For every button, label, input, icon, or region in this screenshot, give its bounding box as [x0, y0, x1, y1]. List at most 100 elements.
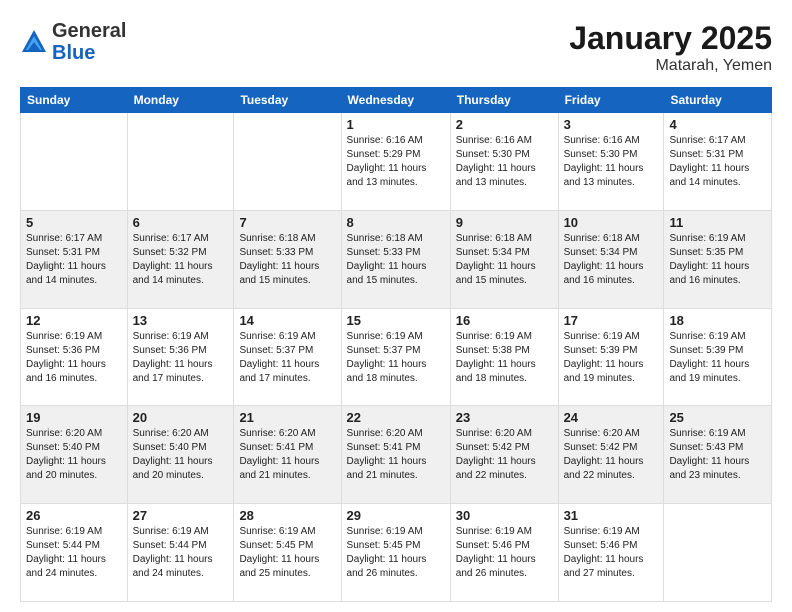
day-info: Sunrise: 6:17 AM Sunset: 5:31 PM Dayligh…: [669, 134, 766, 190]
day-cell: 28 Sunrise: 6:19 AM Sunset: 5:45 PM Dayli…: [234, 504, 341, 602]
day-cell: 11 Sunrise: 6:19 AM Sunset: 5:35 PM Dayli…: [664, 210, 772, 308]
week-row-1: 1Sunrise: 6:16 AM Sunset: 5:29 PM Daylig…: [21, 113, 772, 211]
day-cell: 10Sunrise: 6:18 AM Sunset: 5:34 PM Dayli…: [558, 210, 664, 308]
day-number: 24: [564, 410, 659, 425]
day-cell: 17 Sunrise: 6:19 AM Sunset: 5:39 PM Dayli…: [558, 308, 664, 406]
week-row-3: 12 Sunrise: 6:19 AM Sunset: 5:36 PM Dayli…: [21, 308, 772, 406]
day-info: Sunrise: 6:18 AM Sunset: 5:33 PM Dayligh…: [239, 232, 335, 288]
header: General Blue January 2025 Matarah, Yemen: [20, 20, 772, 75]
day-number: 6: [133, 215, 229, 230]
day-info: Sunrise: 6:20 AM Sunset: 5:42 PM Dayligh…: [564, 427, 659, 483]
day-header-saturday: Saturday: [664, 88, 772, 113]
day-header-sunday: Sunday: [21, 88, 128, 113]
day-number: 14: [239, 313, 335, 328]
logo-general-text: General: [52, 20, 126, 42]
day-cell: 18Sunrise: 6:19 AM Sunset: 5:39 PM Dayli…: [664, 308, 772, 406]
day-number: 22: [347, 410, 445, 425]
day-cell: 30 Sunrise: 6:19 AM Sunset: 5:46 PM Dayli…: [450, 504, 558, 602]
day-cell: [21, 113, 128, 211]
day-cell: 2Sunrise: 6:16 AM Sunset: 5:30 PM Daylig…: [450, 113, 558, 211]
day-cell: 23Sunrise: 6:20 AM Sunset: 5:42 PM Dayli…: [450, 406, 558, 504]
day-number: 31: [564, 508, 659, 523]
day-number: 10: [564, 215, 659, 230]
day-number: 9: [456, 215, 553, 230]
day-number: 1: [347, 117, 445, 132]
month-title: January 2025: [569, 20, 772, 57]
day-cell: 16 Sunrise: 6:19 AM Sunset: 5:38 PM Dayli…: [450, 308, 558, 406]
day-info: Sunrise: 6:20 AM Sunset: 5:40 PM Dayligh…: [26, 427, 122, 483]
title-block: January 2025 Matarah, Yemen: [569, 20, 772, 75]
day-cell: 19 Sunrise: 6:20 AM Sunset: 5:40 PM Dayli…: [21, 406, 128, 504]
day-number: 20: [133, 410, 229, 425]
logo-icon: [20, 28, 48, 56]
day-number: 25: [669, 410, 766, 425]
day-info: Sunrise: 6:18 AM Sunset: 5:33 PM Dayligh…: [347, 232, 445, 288]
header-row: SundayMondayTuesdayWednesdayThursdayFrid…: [21, 88, 772, 113]
day-cell: [664, 504, 772, 602]
day-number: 21: [239, 410, 335, 425]
day-cell: 29 Sunrise: 6:19 AM Sunset: 5:45 PM Dayli…: [341, 504, 450, 602]
day-number: 4: [669, 117, 766, 132]
day-header-friday: Friday: [558, 88, 664, 113]
day-cell: 12 Sunrise: 6:19 AM Sunset: 5:36 PM Dayli…: [21, 308, 128, 406]
day-header-thursday: Thursday: [450, 88, 558, 113]
day-info: Sunrise: 6:19 AM Sunset: 5:46 PM Dayligh…: [456, 525, 553, 581]
calendar-table: SundayMondayTuesdayWednesdayThursdayFrid…: [20, 87, 772, 602]
day-number: 16: [456, 313, 553, 328]
day-number: 5: [26, 215, 122, 230]
day-number: 8: [347, 215, 445, 230]
day-info: Sunrise: 6:19 AM Sunset: 5:39 PM Dayligh…: [564, 330, 659, 386]
day-cell: 21 Sunrise: 6:20 AM Sunset: 5:41 PM Dayli…: [234, 406, 341, 504]
day-info: Sunrise: 6:19 AM Sunset: 5:35 PM Dayligh…: [669, 232, 766, 288]
day-cell: 27 Sunrise: 6:19 AM Sunset: 5:44 PM Dayli…: [127, 504, 234, 602]
day-info: Sunrise: 6:20 AM Sunset: 5:42 PM Dayligh…: [456, 427, 553, 483]
day-number: 28: [239, 508, 335, 523]
day-info: Sunrise: 6:19 AM Sunset: 5:36 PM Dayligh…: [133, 330, 229, 386]
day-number: 17: [564, 313, 659, 328]
day-number: 18: [669, 313, 766, 328]
day-number: 30: [456, 508, 553, 523]
day-info: Sunrise: 6:19 AM Sunset: 5:36 PM Dayligh…: [26, 330, 122, 386]
day-cell: 31Sunrise: 6:19 AM Sunset: 5:46 PM Dayli…: [558, 504, 664, 602]
day-info: Sunrise: 6:19 AM Sunset: 5:43 PM Dayligh…: [669, 427, 766, 483]
day-header-tuesday: Tuesday: [234, 88, 341, 113]
logo-text: General Blue: [52, 20, 126, 64]
day-info: Sunrise: 6:19 AM Sunset: 5:44 PM Dayligh…: [26, 525, 122, 581]
day-number: 7: [239, 215, 335, 230]
week-row-5: 26Sunrise: 6:19 AM Sunset: 5:44 PM Dayli…: [21, 504, 772, 602]
day-cell: [127, 113, 234, 211]
day-cell: 15Sunrise: 6:19 AM Sunset: 5:37 PM Dayli…: [341, 308, 450, 406]
day-cell: [234, 113, 341, 211]
day-info: Sunrise: 6:16 AM Sunset: 5:30 PM Dayligh…: [564, 134, 659, 190]
day-header-monday: Monday: [127, 88, 234, 113]
day-cell: 26Sunrise: 6:19 AM Sunset: 5:44 PM Dayli…: [21, 504, 128, 602]
day-cell: 24 Sunrise: 6:20 AM Sunset: 5:42 PM Dayli…: [558, 406, 664, 504]
week-row-4: 19 Sunrise: 6:20 AM Sunset: 5:40 PM Dayli…: [21, 406, 772, 504]
day-number: 19: [26, 410, 122, 425]
day-cell: 6 Sunrise: 6:17 AM Sunset: 5:32 PM Daylig…: [127, 210, 234, 308]
day-cell: 7 Sunrise: 6:18 AM Sunset: 5:33 PM Daylig…: [234, 210, 341, 308]
day-info: Sunrise: 6:19 AM Sunset: 5:45 PM Dayligh…: [239, 525, 335, 581]
day-cell: 13Sunrise: 6:19 AM Sunset: 5:36 PM Dayli…: [127, 308, 234, 406]
page: General Blue January 2025 Matarah, Yemen…: [0, 0, 792, 612]
day-number: 11: [669, 215, 766, 230]
day-cell: 1Sunrise: 6:16 AM Sunset: 5:29 PM Daylig…: [341, 113, 450, 211]
logo-blue-text: Blue: [52, 42, 95, 64]
day-info: Sunrise: 6:18 AM Sunset: 5:34 PM Dayligh…: [456, 232, 553, 288]
day-info: Sunrise: 6:19 AM Sunset: 5:37 PM Dayligh…: [347, 330, 445, 386]
day-info: Sunrise: 6:19 AM Sunset: 5:45 PM Dayligh…: [347, 525, 445, 581]
day-info: Sunrise: 6:19 AM Sunset: 5:44 PM Dayligh…: [133, 525, 229, 581]
day-cell: 22Sunrise: 6:20 AM Sunset: 5:41 PM Dayli…: [341, 406, 450, 504]
day-cell: 3 Sunrise: 6:16 AM Sunset: 5:30 PM Daylig…: [558, 113, 664, 211]
day-info: Sunrise: 6:20 AM Sunset: 5:41 PM Dayligh…: [239, 427, 335, 483]
day-number: 29: [347, 508, 445, 523]
day-info: Sunrise: 6:16 AM Sunset: 5:30 PM Dayligh…: [456, 134, 553, 190]
day-cell: 9 Sunrise: 6:18 AM Sunset: 5:34 PM Daylig…: [450, 210, 558, 308]
day-info: Sunrise: 6:19 AM Sunset: 5:38 PM Dayligh…: [456, 330, 553, 386]
day-cell: 25 Sunrise: 6:19 AM Sunset: 5:43 PM Dayli…: [664, 406, 772, 504]
day-number: 12: [26, 313, 122, 328]
day-info: Sunrise: 6:17 AM Sunset: 5:32 PM Dayligh…: [133, 232, 229, 288]
day-number: 3: [564, 117, 659, 132]
day-number: 27: [133, 508, 229, 523]
logo: General Blue: [20, 20, 126, 64]
